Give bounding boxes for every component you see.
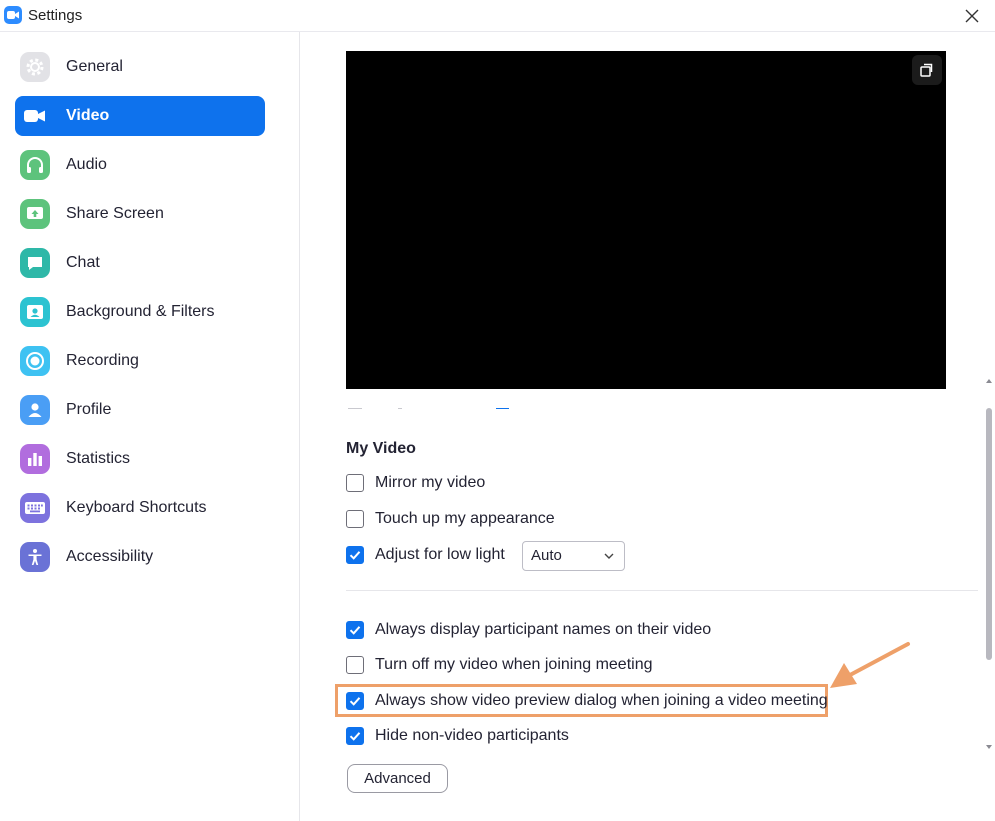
background-person-icon [20, 297, 50, 327]
divider-mark [398, 408, 402, 409]
sidebar-item-chat[interactable]: Chat [15, 243, 265, 283]
sidebar-item-video[interactable]: Video [15, 96, 265, 136]
record-icon [20, 346, 50, 376]
sidebar-item-audio[interactable]: Audio [15, 145, 265, 185]
option-label: Always show video preview dialog when jo… [375, 692, 828, 709]
headphones-icon [20, 150, 50, 180]
option-label: Hide non-video participants [375, 727, 569, 744]
close-icon [965, 9, 979, 23]
option-label: Adjust for low light [375, 546, 505, 563]
sidebar-item-label: Profile [66, 401, 112, 418]
chevron-down-icon [604, 553, 614, 559]
close-button[interactable] [958, 4, 986, 28]
video-camera-icon [20, 101, 50, 131]
person-icon [20, 395, 50, 425]
video-preview [346, 51, 946, 389]
scroll-up-arrow-icon[interactable] [986, 376, 992, 386]
rotate-button[interactable] [912, 55, 942, 85]
option-label: Touch up my appearance [375, 510, 555, 527]
sidebar-item-recording[interactable]: Recording [15, 341, 265, 381]
sidebar-item-statistics[interactable]: Statistics [15, 439, 265, 479]
sidebar-item-share-screen[interactable]: Share Screen [15, 194, 265, 234]
sidebar-item-label: Audio [66, 156, 107, 173]
checkmark-icon [349, 626, 361, 635]
sidebar-item-label: Video [66, 107, 110, 124]
sidebar-item-label: Recording [66, 352, 139, 369]
gear-icon [20, 52, 50, 82]
hide-non-video-checkbox[interactable] [346, 727, 364, 745]
chat-bubble-icon [20, 248, 50, 278]
sidebar-item-label: Chat [66, 254, 100, 271]
scrollbar-thumb[interactable] [986, 408, 992, 660]
turn-off-video-checkbox[interactable] [346, 656, 364, 674]
option-label: Always display participant names on thei… [375, 621, 712, 638]
video-settings-panel: My Video Mirror my video Touch up my app… [300, 32, 995, 821]
sidebar-item-label: Share Screen [66, 205, 164, 222]
display-names-checkbox[interactable] [346, 621, 364, 639]
accessibility-icon [20, 542, 50, 572]
divider-mark [348, 408, 362, 409]
select-value: Auto [531, 547, 562, 564]
window-title: Settings [28, 7, 83, 24]
option-label: Turn off my video when joining meeting [375, 656, 653, 673]
rotate-icon [920, 63, 933, 77]
zoom-camera-icon [4, 6, 22, 24]
sidebar-item-label: Keyboard Shortcuts [66, 499, 207, 516]
checkmark-icon [349, 732, 361, 741]
scrollbar[interactable] [984, 32, 994, 821]
scroll-down-arrow-icon[interactable] [986, 742, 992, 752]
sidebar-item-accessibility[interactable]: Accessibility [15, 537, 265, 577]
sidebar-item-keyboard-shortcuts[interactable]: Keyboard Shortcuts [15, 488, 265, 528]
checkmark-icon [349, 551, 361, 560]
share-screen-icon [20, 199, 50, 229]
checkmark-icon [349, 697, 361, 706]
option-label: Mirror my video [375, 474, 486, 491]
my-video-heading: My Video [346, 440, 416, 457]
settings-sidebar: General Video Audio Share Screen Chat Ba… [0, 32, 300, 821]
divider-mark [496, 408, 509, 409]
sidebar-item-label: Statistics [66, 450, 131, 467]
title-bar: Settings [0, 0, 995, 32]
low-light-select[interactable]: Auto [522, 541, 625, 571]
sidebar-item-label: General [66, 58, 123, 75]
mirror-video-checkbox[interactable] [346, 474, 364, 492]
sidebar-item-label: Background & Filters [66, 303, 215, 320]
bar-chart-icon [20, 444, 50, 474]
sidebar-item-label: Accessibility [66, 548, 154, 565]
touch-up-checkbox[interactable] [346, 510, 364, 528]
sidebar-item-background-filters[interactable]: Background & Filters [15, 292, 265, 332]
video-preview-dialog-checkbox[interactable] [346, 692, 364, 710]
advanced-button[interactable]: Advanced [347, 764, 448, 793]
section-divider [346, 590, 978, 591]
low-light-checkbox[interactable] [346, 546, 364, 564]
sidebar-item-profile[interactable]: Profile [15, 390, 265, 430]
sidebar-item-general[interactable]: General [15, 47, 265, 87]
keyboard-icon [20, 493, 50, 523]
